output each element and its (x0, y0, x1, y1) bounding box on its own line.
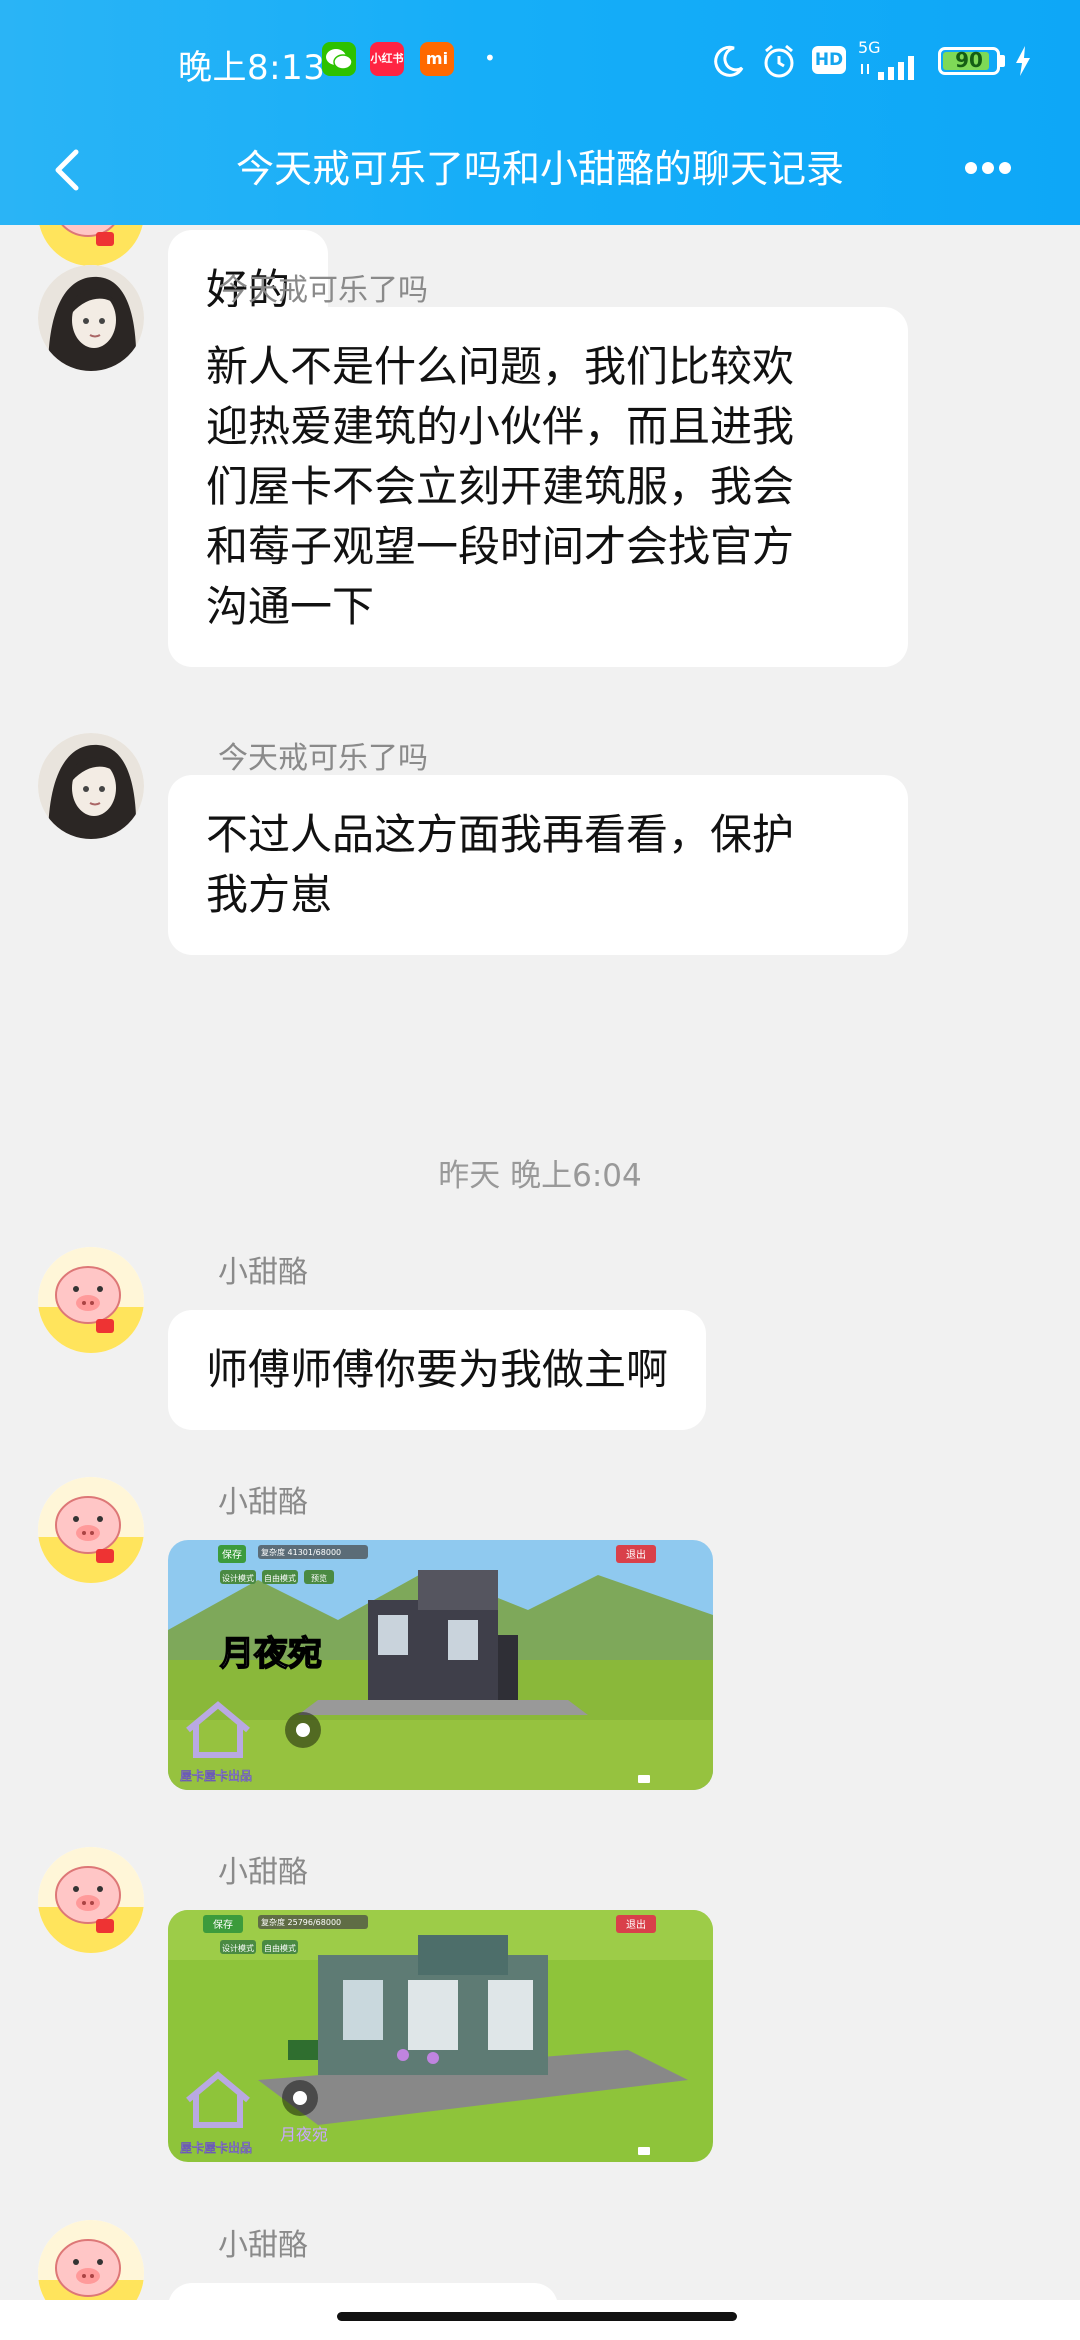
message-text: 新人不是什么问题，我们比较欢 迎热爱建筑的小伙伴，而且进我 们屋卡不会立刻开建筑… (206, 342, 795, 631)
xiaohongshu-icon: 小红书 (370, 42, 404, 76)
hd-icon: HD (812, 46, 846, 74)
back-button[interactable] (40, 140, 100, 200)
message-text: 师傅师傅你要为我做主啊 (206, 1345, 669, 1394)
sender-name: 今天戒可乐了吗 (218, 273, 428, 308)
chat-header: 今天戒可乐了吗和小甜酪的聊天记录 (0, 120, 1080, 225)
sender-name: 今天戒可乐了吗 (218, 741, 428, 776)
girl-avatar-icon (38, 265, 144, 371)
free-mode-label: 自由模式 (264, 1943, 296, 1953)
pig-avatar-icon (38, 1247, 144, 1353)
design-mode-label: 设计模式 (222, 1943, 254, 1953)
image-message[interactable]: 保存 复杂度 25796/68000 退出 设计模式 自由模式 屋卡屋卡出品 月… (168, 1910, 713, 2162)
more-options-button[interactable] (965, 148, 1045, 188)
avatar-xiaotianlao[interactable] (38, 1477, 144, 1583)
avatar-jinxiankele[interactable] (38, 733, 144, 839)
pig-avatar-icon (38, 1477, 144, 1583)
home-indicator[interactable] (337, 2312, 737, 2321)
alarm-icon (764, 44, 794, 78)
more-dot (965, 162, 977, 174)
sender-name: 小甜酪 (218, 1485, 308, 1520)
caption-text: 月夜宛 (280, 2125, 328, 2144)
wechat-icon (322, 42, 356, 76)
mi-label: mi (425, 49, 449, 68)
sender-name: 小甜酪 (218, 1255, 308, 1290)
battery-tip (1000, 55, 1005, 67)
status-time: 晚上8:13 (178, 48, 326, 88)
xiaohongshu-label: 小红书 (370, 52, 404, 65)
complexity-label: 复杂度 25796/68000 (261, 1917, 341, 1927)
game-screenshot-image: 保存 复杂度 25796/68000 退出 设计模式 自由模式 屋卡屋卡出品 月… (168, 1910, 713, 2162)
save-label: 保存 (213, 1918, 233, 1931)
exit-label: 退出 (626, 1548, 646, 1561)
avatar-xiaotianlao[interactable] (38, 225, 144, 266)
sender-name: 小甜酪 (218, 2228, 308, 2263)
moon-icon (714, 45, 744, 77)
status-dot: • (484, 46, 496, 70)
navigation-bar (0, 2300, 1080, 2340)
avatar-xiaotianlao[interactable] (38, 1247, 144, 1353)
girl-avatar-icon (38, 733, 144, 839)
design-mode-label: 设计模式 (222, 1573, 254, 1583)
avatar-xiaotianlao[interactable] (38, 1847, 144, 1953)
pig-avatar-icon (38, 225, 144, 266)
battery-icon: 90 (938, 47, 1000, 75)
charging-icon (1016, 46, 1030, 76)
logo-text: 屋卡屋卡出品 (180, 2141, 252, 2155)
top-bar: 晚上8:13 小红书 mi • HD 5G 90 今天戒可乐了吗和小甜酪的聊天记… (0, 0, 1080, 225)
pig-avatar-icon (38, 2220, 144, 2300)
pig-avatar-icon (38, 1847, 144, 1953)
chat-history[interactable]: 好的 今天戒可乐了吗 新人不是什么问题，我们比较欢 迎热爱建筑的小伙伴，而且进我… (0, 225, 1080, 2300)
message-bubble[interactable] (168, 2283, 558, 2300)
free-mode-label: 自由模式 (264, 1573, 296, 1583)
status-bar: 晚上8:13 小红书 mi • HD 5G 90 (0, 0, 1080, 120)
complexity-label: 复杂度 41301/68000 (261, 1547, 341, 1557)
battery-percent: 90 (955, 48, 983, 72)
mi-icon: mi (420, 42, 454, 76)
logo-text: 屋卡屋卡出品 (180, 1769, 252, 1783)
image-message[interactable]: 保存 复杂度 41301/68000 退出 设计模式 自由模式 预览 月夜宛 屋… (168, 1540, 713, 1790)
preview-label: 预览 (311, 1573, 327, 1583)
more-dot (999, 162, 1011, 174)
timestamp: 昨天 晚上6:04 (438, 1158, 642, 1194)
message-bubble[interactable]: 新人不是什么问题，我们比较欢 迎热爱建筑的小伙伴，而且进我 们屋卡不会立刻开建筑… (168, 307, 908, 667)
more-dot (982, 162, 994, 174)
page-title: 今天戒可乐了吗和小甜酪的聊天记录 (235, 147, 844, 191)
signal-icon (861, 56, 914, 80)
save-label: 保存 (222, 1548, 242, 1561)
chevron-left-icon (55, 149, 79, 191)
message-bubble[interactable]: 师傅师傅你要为我做主啊 (168, 1310, 707, 1430)
message-bubble[interactable]: 不过人品这方面我再看看，保护 我方崽 (168, 775, 908, 955)
sender-name: 小甜酪 (218, 1855, 308, 1890)
avatar-jinxiankele[interactable] (38, 265, 144, 371)
caption-text: 月夜宛 (220, 1634, 322, 1674)
exit-label: 退出 (626, 1918, 646, 1931)
message-text: 不过人品这方面我再看看，保护 我方崽 (206, 810, 795, 919)
avatar-xiaotianlao[interactable] (38, 2220, 144, 2300)
game-screenshot-image: 保存 复杂度 41301/68000 退出 设计模式 自由模式 预览 月夜宛 屋… (168, 1540, 713, 1790)
